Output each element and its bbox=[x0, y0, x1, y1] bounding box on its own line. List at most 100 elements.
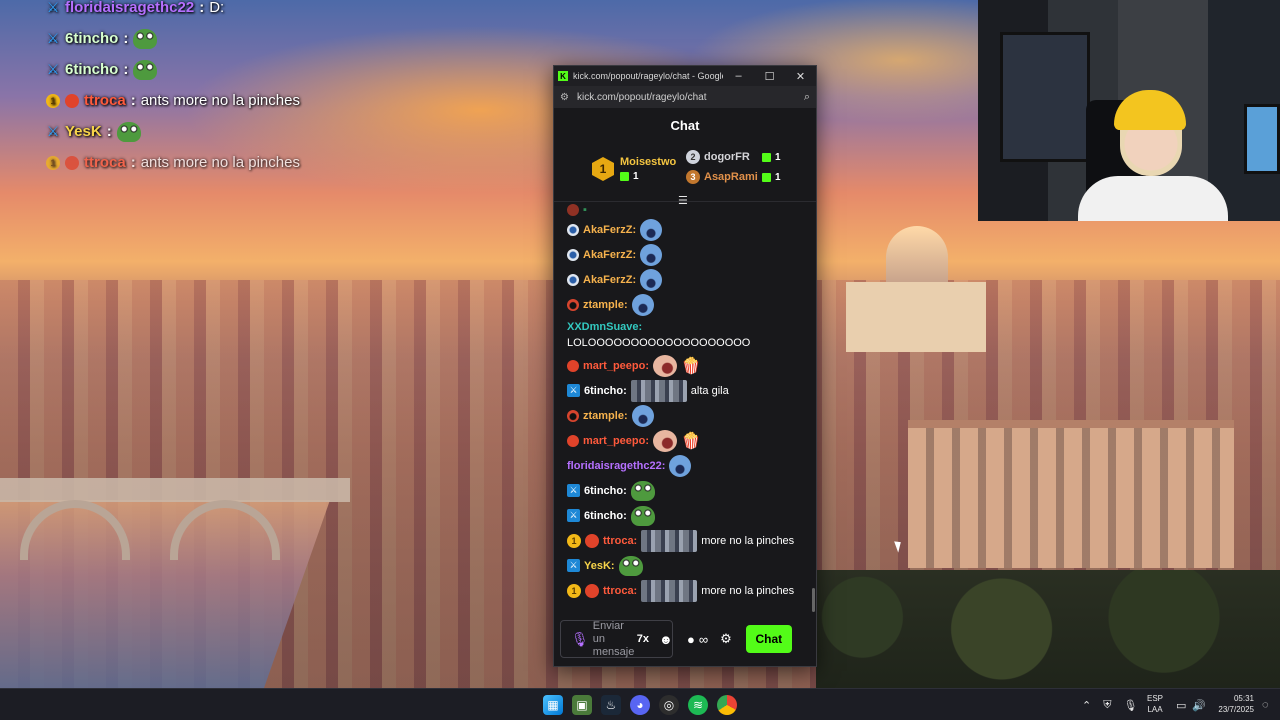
chat-username[interactable]: XXDmnSuave: bbox=[567, 321, 642, 333]
wallpaper-basilica bbox=[846, 282, 986, 352]
tray-chevron-icon[interactable]: ⌃ bbox=[1082, 699, 1091, 712]
chat-username[interactable]: floridaisragethc22: bbox=[567, 460, 665, 472]
maximize-button[interactable]: ☐ bbox=[754, 70, 785, 83]
overlay-username: ttroca bbox=[84, 92, 126, 109]
spotify-icon[interactable]: ≋ bbox=[688, 695, 708, 715]
chrome-icon[interactable] bbox=[717, 695, 737, 715]
obs-icon[interactable]: ◎ bbox=[659, 695, 679, 715]
red-badge-icon bbox=[65, 93, 79, 108]
chat-username[interactable]: ttroca: bbox=[603, 585, 637, 597]
chat-username[interactable]: YesK: bbox=[584, 560, 615, 572]
network-icon[interactable]: ▭ bbox=[1176, 699, 1186, 712]
address-bar[interactable]: ⚙ kick.com/popout/rageylo/chat ⌕ bbox=[554, 86, 816, 108]
chat-username[interactable]: mart_peepo: bbox=[583, 360, 649, 372]
blob-emote-icon bbox=[669, 454, 692, 477]
leaderboard-third-count-wrap: 1 bbox=[762, 172, 781, 183]
sword-badge-icon: ⚔ bbox=[46, 0, 60, 15]
chat-message: floridaisragethc22: bbox=[554, 453, 816, 478]
microphone-tray-icon[interactable]: 🎙 bbox=[1123, 699, 1137, 712]
window-title: kick.com/popout/rageylo/chat - Google C.… bbox=[573, 71, 723, 81]
settings-gear-icon[interactable]: ⚙ bbox=[720, 631, 732, 647]
rank-1-badge-icon: 1 bbox=[592, 157, 614, 181]
minecraft-icon[interactable]: ▣ bbox=[572, 695, 592, 715]
site-settings-icon[interactable]: ⚙ bbox=[560, 92, 569, 103]
skull-badge-icon bbox=[567, 298, 579, 311]
chat-username[interactable]: mart_peepo: bbox=[583, 435, 649, 447]
sword-badge-icon: ⚔ bbox=[46, 123, 60, 139]
skull-badge-icon bbox=[567, 409, 579, 422]
microphone-icon[interactable]: 🎙 bbox=[571, 631, 589, 648]
pepe-emote-icon bbox=[630, 505, 655, 526]
infinity-icon[interactable]: ∞ bbox=[699, 632, 708, 647]
chat-username[interactable]: 6tincho: bbox=[584, 385, 627, 397]
chat-message: ztample: bbox=[554, 292, 816, 317]
overlay-username: 6tincho bbox=[65, 30, 119, 47]
overlay-username: 6tincho bbox=[65, 61, 119, 78]
notifications-icon[interactable]: ◌ bbox=[1262, 689, 1269, 720]
chat-username[interactable]: 6tincho: bbox=[584, 485, 627, 497]
chat-message-text: more no la pinches bbox=[701, 584, 795, 597]
send-chat-button[interactable]: Chat bbox=[745, 625, 792, 653]
leaderboard-second-count: 1 bbox=[775, 151, 781, 163]
chat-username[interactable]: AkaFerzZ: bbox=[583, 224, 636, 236]
chat-message: AkaFerzZ: bbox=[554, 242, 816, 267]
chat-username[interactable]: ttroca: bbox=[603, 535, 637, 547]
leaderboard-second-count-wrap: 1 bbox=[762, 152, 781, 163]
security-icon[interactable]: ⛨ bbox=[1103, 699, 1111, 712]
steam-icon[interactable]: ♨ bbox=[601, 695, 621, 715]
windows-start-icon[interactable]: ▦ bbox=[543, 695, 563, 715]
pepe-emote-icon bbox=[630, 480, 655, 501]
webcam-streamer-body bbox=[1078, 176, 1228, 221]
chat-input-placeholder: Enviar un mensaje bbox=[592, 619, 635, 658]
chat-message: ztample: bbox=[554, 403, 816, 428]
chat-username[interactable]: ztample: bbox=[583, 299, 628, 311]
overlay-message: ants more no la pinches bbox=[140, 154, 300, 171]
chat-username[interactable]: ztample: bbox=[583, 410, 628, 422]
chat-message: XXDmnSuave: LOLOOOOOOOOOOOOOOOOOOO bbox=[554, 319, 816, 351]
crowd-emote-icon bbox=[630, 379, 687, 402]
chat-message-text: LOLOOOOOOOOOOOOOOOOOOO bbox=[567, 337, 751, 349]
wallpaper-trees bbox=[816, 570, 1280, 688]
stream-overlay-chat: ⚔ floridaisragethc22: D: ⚔ 6tincho: ⚔ 6t… bbox=[46, 0, 466, 178]
webcam-background-window bbox=[1000, 32, 1090, 162]
chat-message: ⚔ 6tincho: bbox=[554, 478, 816, 503]
url-text[interactable]: kick.com/popout/rageylo/chat bbox=[577, 92, 804, 103]
chat-scrollbar[interactable] bbox=[812, 588, 815, 612]
pepe-emote-icon bbox=[618, 555, 643, 576]
gift-icon bbox=[762, 172, 771, 182]
pepe-emote-icon bbox=[133, 59, 158, 80]
leaderboard-first[interactable]: 1 Moisestwo 1 bbox=[592, 156, 676, 182]
volume-icon[interactable]: 🔊 bbox=[1192, 699, 1206, 712]
leaderboard-second[interactable]: 2 dogorFR 1 bbox=[686, 150, 781, 164]
language-indicator[interactable]: ESP LAA bbox=[1147, 693, 1163, 715]
close-button[interactable]: ✕ bbox=[785, 70, 816, 83]
emoji-picker-icon[interactable]: ☻ bbox=[659, 632, 673, 647]
leaderboard-third[interactable]: 3 AsapRami 1 bbox=[686, 170, 781, 184]
chat-username[interactable]: AkaFerzZ: bbox=[583, 249, 636, 261]
red-badge-icon bbox=[65, 155, 79, 170]
predictions-icon[interactable]: ● bbox=[687, 632, 695, 647]
minimize-button[interactable]: – bbox=[723, 70, 754, 82]
chat-message-list[interactable]: ▪ AkaFerzZ: AkaFerzZ: AkaFerzZ: ztample:… bbox=[554, 203, 816, 612]
kick-emotes-icon[interactable]: 7x bbox=[637, 633, 649, 645]
rank-3-badge-icon: 3 bbox=[686, 170, 700, 184]
overlay-chat-line: ⚔ 6tincho: bbox=[46, 23, 466, 54]
wallpaper-dome bbox=[886, 226, 948, 282]
overlay-username: ttroca bbox=[84, 154, 126, 171]
status-icons: ▭ 🔊 bbox=[1176, 689, 1206, 720]
sword-badge-icon: ⚔ bbox=[567, 559, 580, 572]
window-titlebar[interactable]: K kick.com/popout/rageylo/chat - Google … bbox=[554, 66, 816, 86]
wallpaper-palace bbox=[908, 420, 1234, 568]
crowd-emote-icon bbox=[641, 529, 698, 552]
overlay-message: D: bbox=[209, 0, 225, 16]
chat-message: ▪ bbox=[554, 203, 816, 217]
overlay-username: floridaisragethc22 bbox=[65, 0, 195, 16]
discord-icon[interactable]: ◕ bbox=[630, 695, 650, 715]
chat-message-input[interactable]: 🎙 Enviar un mensaje 7x ☻ bbox=[560, 620, 673, 658]
overlay-chat-line: 1 ttroca: ants more no la pinches bbox=[46, 85, 466, 116]
system-clock[interactable]: 05:31 23/7/2025 bbox=[1210, 693, 1254, 715]
chat-username[interactable]: AkaFerzZ: bbox=[583, 274, 636, 286]
chat-message-text: more no la pinches bbox=[701, 534, 795, 547]
zoom-icon[interactable]: ⌕ bbox=[804, 91, 810, 104]
chat-username[interactable]: 6tincho: bbox=[584, 510, 627, 522]
